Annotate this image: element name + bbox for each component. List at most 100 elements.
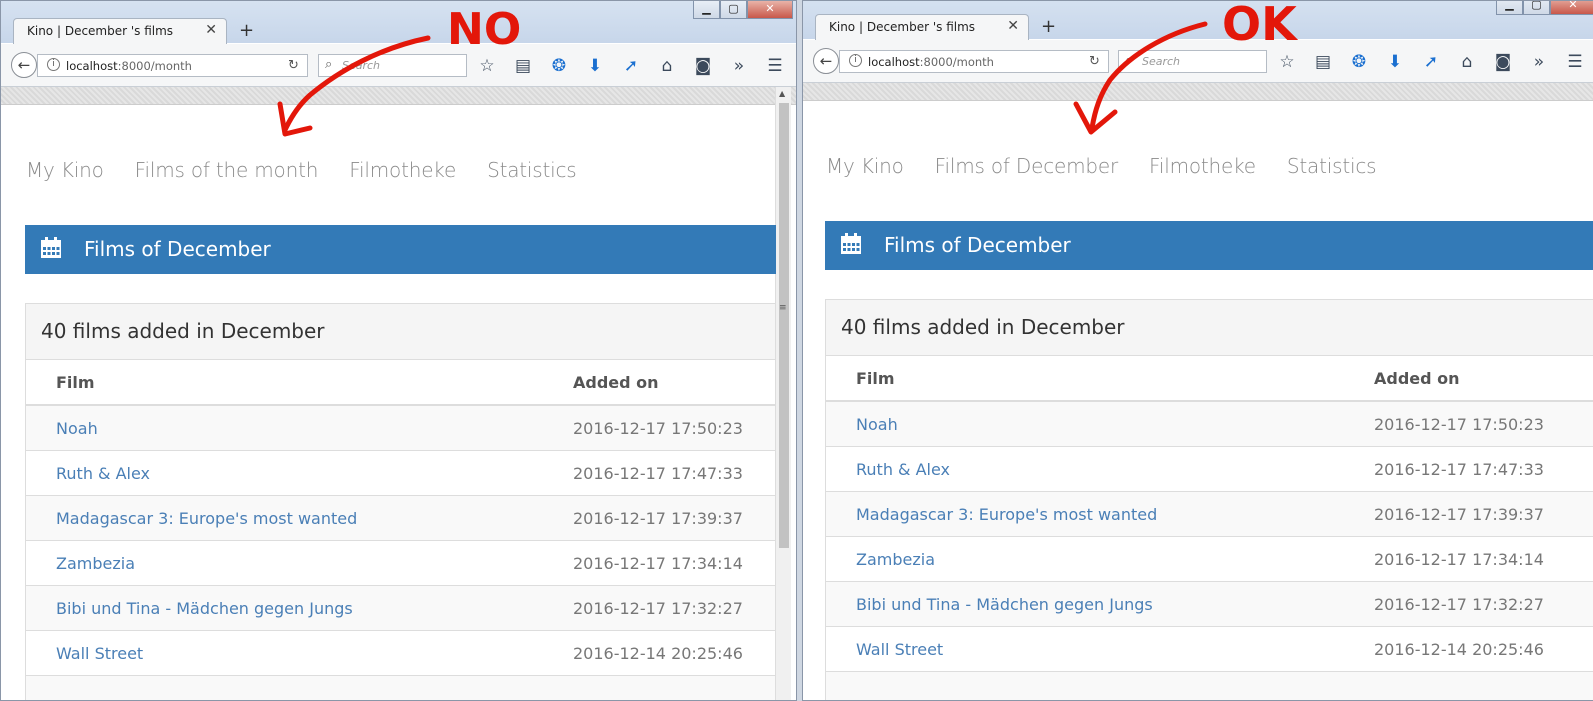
reading-list-icon[interactable]: ▤ — [505, 55, 541, 77]
bookmark-star-icon[interactable]: ☆ — [1269, 51, 1305, 73]
browser-window-right: Kino | December 's films ✕ + ▁ ▢ ✕ i loc… — [802, 0, 1593, 701]
browser-tab[interactable]: Kino | December 's films ✕ — [13, 18, 227, 44]
minimize-icon[interactable]: ▁ — [693, 1, 720, 19]
url-host: localhost — [868, 55, 920, 69]
table-row: Ruth & Alex 2016-12-17 17:47:33 — [826, 447, 1593, 492]
film-link[interactable]: Wall Street — [56, 644, 143, 663]
url-bar[interactable]: i localhost:8000/month ↻ — [839, 50, 1109, 73]
table-row: Noah 2016-12-17 17:50:23 — [26, 406, 775, 451]
download-icon[interactable]: ⬇ — [1377, 51, 1413, 73]
film-link[interactable]: Wall Street — [856, 640, 943, 659]
toolbar-icons: ☆ ▤ ❂ ⬇ ➚ ⌂ ◙ » ☰ — [469, 55, 793, 77]
overflow-chevron-icon[interactable]: » — [721, 55, 757, 77]
info-icon[interactable]: i — [47, 58, 60, 71]
search-input[interactable]: ⌕ Search — [1118, 50, 1267, 73]
new-tab-icon[interactable]: + — [1041, 16, 1056, 37]
minimize-icon[interactable]: ▁ — [1496, 1, 1523, 15]
window-close-icon[interactable]: ✕ — [747, 1, 793, 19]
film-link[interactable]: Bibi und Tina - Mädchen gegen Jungs — [56, 599, 353, 618]
column-film: Film — [56, 373, 95, 392]
tab-close-icon[interactable]: ✕ — [1007, 18, 1019, 34]
tab-close-icon[interactable]: ✕ — [205, 22, 217, 38]
bookmark-star-icon[interactable]: ☆ — [469, 55, 505, 77]
table-row: Bibi und Tina - Mädchen gegen Jungs 2016… — [26, 586, 775, 631]
page-top-stripe — [1, 87, 796, 105]
table-row: Noah 2016-12-17 17:50:23 — [826, 402, 1593, 447]
film-link[interactable]: Noah — [56, 419, 98, 438]
scroll-up-icon[interactable]: ▲ — [779, 89, 785, 98]
column-film: Film — [856, 369, 895, 388]
window-controls: ▁ ▢ ✕ — [1496, 1, 1593, 15]
added-date: 2016-12-17 17:39:37 — [573, 509, 743, 528]
film-link[interactable]: Ruth & Alex — [56, 464, 150, 483]
search-icon: ⌕ — [1125, 53, 1133, 68]
reading-list-icon[interactable]: ▤ — [1305, 51, 1341, 73]
nav-films-of-month[interactable]: Films of the month — [135, 158, 319, 182]
film-link[interactable]: Zambezia — [856, 550, 935, 569]
reload-icon[interactable]: ↻ — [288, 58, 299, 73]
page-content: My Kino Films of December Filmotheke Sta… — [803, 102, 1593, 700]
info-icon[interactable]: i — [849, 54, 862, 67]
download-icon[interactable]: ⬇ — [577, 55, 613, 77]
overflow-chevron-icon[interactable]: » — [1521, 51, 1557, 73]
url-host: localhost — [66, 59, 118, 73]
film-link[interactable]: Noah — [856, 415, 898, 434]
new-tab-icon[interactable]: + — [239, 20, 254, 41]
nav-filmotheke[interactable]: Filmotheke — [349, 158, 456, 182]
browser-tab[interactable]: Kino | December 's films ✕ — [815, 14, 1029, 40]
extension-cursor-icon[interactable]: ➚ — [1413, 51, 1449, 73]
back-arrow-icon[interactable]: ← — [813, 48, 839, 74]
page-top-stripe — [803, 83, 1593, 101]
extension-swirl-icon[interactable]: ❂ — [1341, 51, 1377, 73]
toolbar-icons: ☆ ▤ ❂ ⬇ ➚ ⌂ ◙ » ☰ — [1269, 51, 1593, 73]
nav-statistics[interactable]: Statistics — [487, 158, 577, 182]
added-date: 2016-12-17 17:50:23 — [1374, 415, 1544, 434]
maximize-icon[interactable]: ▢ — [720, 1, 747, 19]
table-row — [26, 676, 775, 700]
table-header: Film Added on — [826, 356, 1593, 402]
film-link[interactable]: Madagascar 3: Europe's most wanted — [856, 505, 1157, 524]
back-arrow-icon[interactable]: ← — [11, 52, 37, 78]
extension-cursor-icon[interactable]: ➚ — [613, 55, 649, 77]
search-input[interactable]: ⌕ Search — [318, 54, 467, 77]
added-date: 2016-12-17 17:32:27 — [573, 599, 743, 618]
film-link[interactable]: Zambezia — [56, 554, 135, 573]
calendar-icon — [841, 233, 861, 254]
menu-icon[interactable]: ☰ — [1557, 51, 1593, 73]
scroll-thumb[interactable] — [779, 103, 789, 548]
film-link[interactable]: Ruth & Alex — [856, 460, 950, 479]
vertical-scrollbar[interactable]: ▲ ≡ — [775, 87, 791, 700]
menu-icon[interactable]: ☰ — [757, 55, 793, 77]
url-path: :8000/month — [919, 55, 994, 69]
nav-filmotheke[interactable]: Filmotheke — [1149, 154, 1256, 178]
nav-statistics[interactable]: Statistics — [1287, 154, 1377, 178]
extension-swirl-icon[interactable]: ❂ — [541, 55, 577, 77]
calendar-icon — [41, 237, 61, 258]
panel-title: Films of December — [84, 237, 271, 261]
nav-my-kino[interactable]: My Kino — [826, 154, 904, 178]
table-row — [826, 672, 1593, 700]
reload-icon[interactable]: ↻ — [1089, 54, 1100, 69]
nav-my-kino[interactable]: My Kino — [26, 158, 104, 182]
added-date: 2016-12-17 17:50:23 — [573, 419, 743, 438]
film-link[interactable]: Bibi und Tina - Mädchen gegen Jungs — [856, 595, 1153, 614]
window-close-icon[interactable]: ✕ — [1550, 1, 1593, 15]
films-panel: 40 films added in December Film Added on… — [25, 303, 776, 700]
search-placeholder: Search — [1142, 55, 1181, 68]
added-date: 2016-12-17 17:34:14 — [1374, 550, 1544, 569]
pocket-icon[interactable]: ◙ — [1485, 51, 1521, 73]
home-icon[interactable]: ⌂ — [649, 55, 685, 77]
home-icon[interactable]: ⌂ — [1449, 51, 1485, 73]
column-added-on: Added on — [573, 373, 659, 392]
maximize-icon[interactable]: ▢ — [1523, 1, 1550, 15]
nav-films-of-december[interactable]: Films of December — [935, 154, 1119, 178]
added-date: 2016-12-17 17:47:33 — [1374, 460, 1544, 479]
pocket-icon[interactable]: ◙ — [685, 55, 721, 77]
film-link[interactable]: Madagascar 3: Europe's most wanted — [56, 509, 357, 528]
url-path: :8000/month — [117, 59, 192, 73]
url-bar[interactable]: i localhost:8000/month ↻ — [37, 54, 308, 77]
table-row: Zambezia 2016-12-17 17:34:14 — [826, 537, 1593, 582]
title-bar: Kino | December 's films ✕ + ▁ ▢ ✕ — [803, 1, 1593, 40]
films-count: 40 films added in December — [26, 304, 775, 360]
screenshot-stage: Kino | December 's films ✕ + ▁ ▢ ✕ i loc… — [0, 0, 1593, 701]
